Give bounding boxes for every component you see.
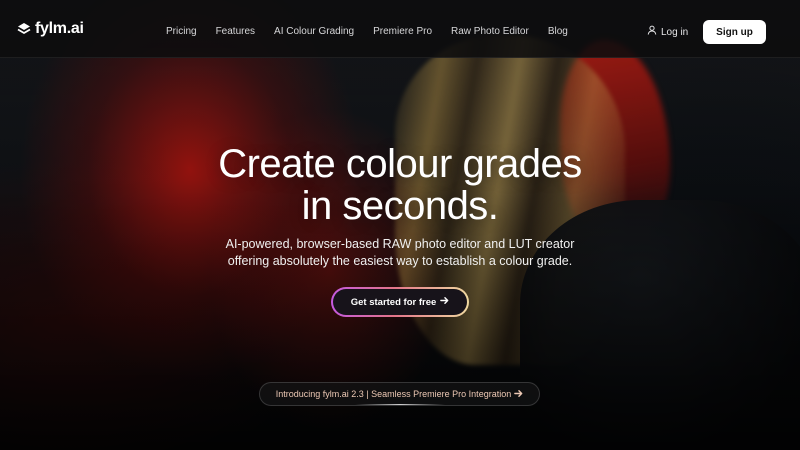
signup-button[interactable]: Sign up bbox=[703, 20, 766, 44]
get-started-button-inner: Get started for free bbox=[333, 289, 467, 315]
landing-page: fylm.ai Pricing Features AI Colour Gradi… bbox=[0, 0, 800, 450]
nav-link-blog[interactable]: Blog bbox=[548, 25, 568, 38]
login-label: Log in bbox=[661, 26, 689, 38]
arrow-right-icon bbox=[440, 296, 449, 308]
login-link[interactable]: Log in bbox=[647, 25, 688, 39]
nav-link-raw-photo-editor[interactable]: Raw Photo Editor bbox=[451, 25, 529, 38]
nav-link-ai-colour-grading[interactable]: AI Colour Grading bbox=[274, 25, 354, 38]
hero-subtitle-line2: offering absolutely the easiest way to e… bbox=[227, 254, 573, 268]
hero-title-line2: in seconds. bbox=[301, 184, 499, 228]
get-started-button[interactable]: Get started for free bbox=[331, 287, 469, 317]
brand-logo[interactable]: fylm.ai bbox=[17, 20, 84, 38]
hero-subtitle: AI-powered, browser-based RAW photo edit… bbox=[180, 236, 620, 270]
top-navbar: fylm.ai Pricing Features AI Colour Gradi… bbox=[0, 0, 800, 58]
announcement-pill[interactable]: Introducing fylm.ai 2.3 | Seamless Premi… bbox=[259, 382, 540, 406]
announcement-glow-line bbox=[355, 404, 445, 405]
logo-mark-icon bbox=[17, 22, 31, 36]
hero-title: Create colour grades in seconds. bbox=[150, 143, 650, 227]
announcement-text: Introducing fylm.ai 2.3 | Seamless Premi… bbox=[275, 389, 512, 399]
arrow-right-icon bbox=[514, 389, 523, 400]
hero-title-line1: Create colour grades bbox=[218, 142, 582, 186]
brand-name: fylm.ai bbox=[35, 20, 84, 37]
nav-link-premiere-pro[interactable]: Premiere Pro bbox=[373, 25, 432, 38]
get-started-label: Get started for free bbox=[350, 296, 437, 308]
nav-link-pricing[interactable]: Pricing bbox=[166, 25, 197, 38]
user-icon bbox=[647, 25, 657, 39]
main-nav: Pricing Features AI Colour Grading Premi… bbox=[166, 25, 568, 38]
hero-subtitle-line1: AI-powered, browser-based RAW photo edit… bbox=[225, 237, 575, 251]
signup-label: Sign up bbox=[716, 26, 753, 38]
nav-link-features[interactable]: Features bbox=[216, 25, 255, 38]
